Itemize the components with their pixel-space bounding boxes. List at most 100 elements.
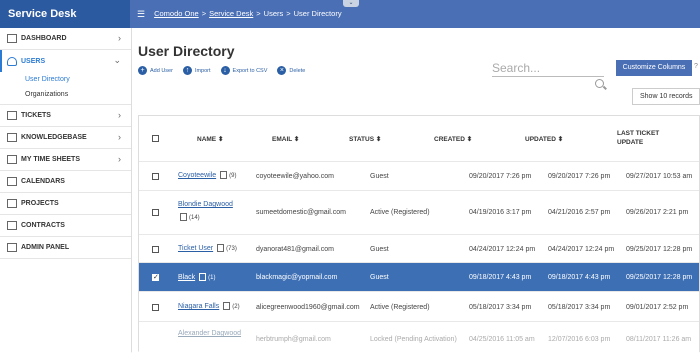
collapse-toggle-icon[interactable]: ⌄ — [343, 0, 359, 7]
sidebar-item-projects[interactable]: PROJECTS — [0, 193, 131, 215]
delete-label: Delete — [289, 67, 306, 74]
download-icon: ↓ — [220, 66, 230, 75]
table-row[interactable]: Coyoteewile (9) coyoteewile@yahoo.com Gue… — [139, 162, 699, 191]
table-row-selected[interactable]: Black (1) blackmagic@yopmail.com Guest 09… — [139, 263, 699, 292]
email-cell: herbtrumph@gmail.com — [256, 336, 331, 343]
column-header-updated[interactable]: UPDATED ⬍ — [525, 135, 563, 143]
delete-button[interactable]: × Delete — [277, 66, 305, 75]
column-header-last-ticket[interactable]: LAST TICKET — [617, 130, 659, 137]
status-cell: Guest — [370, 246, 389, 253]
menu-icon[interactable]: ☰ — [137, 0, 145, 28]
sidebar-subitem-user-directory[interactable]: User Directory — [0, 72, 131, 87]
email-cell: coyoteewile@yahoo.com — [256, 173, 334, 180]
column-header-name[interactable]: NAME ⬍ — [197, 135, 223, 143]
sidebar-item-my-time-sheets[interactable]: MY TIME SHEETS › — [0, 149, 131, 171]
ticket-count: (2) — [232, 303, 240, 310]
breadcrumb-service-desk[interactable]: Service Desk — [209, 0, 253, 28]
status-cell: Active (Registered) — [370, 209, 430, 216]
search-input[interactable]: Search... — [492, 61, 604, 77]
row-checkbox-checked[interactable] — [152, 273, 159, 281]
table-row[interactable]: Blondie Dagwood (14) sumeetdomestic@gmai… — [139, 191, 699, 235]
top-bar: Service Desk ☰ Comodo One > Service Desk… — [0, 0, 700, 28]
sidebar-item-tickets[interactable]: TICKETS › — [0, 105, 131, 127]
document-icon — [217, 244, 225, 252]
last-ticket-cell: 09/25/2017 12:28 pm — [626, 274, 693, 281]
chevron-right-icon: › — [118, 132, 121, 142]
sidebar-item-knowledgebase[interactable]: KNOWLEDGEBASE › — [0, 127, 131, 149]
chevron-down-icon: ⌄ — [113, 55, 121, 65]
sidebar-item-dashboard[interactable]: DASHBOARD › — [0, 28, 131, 50]
user-name-link[interactable]: Niagara Falls — [178, 303, 219, 310]
user-name-cell: Niagara Falls (2) — [178, 302, 240, 310]
sidebar-item-label: PROJECTS — [21, 200, 59, 207]
ticket-count-group: (14) — [176, 213, 200, 221]
export-label: Export to CSV — [232, 67, 268, 74]
search-icon[interactable] — [595, 79, 604, 88]
row-checkbox[interactable] — [152, 304, 159, 311]
user-name-cell: Ticket User (73) — [178, 244, 237, 252]
breadcrumb: ☰ Comodo One > Service Desk > Users > Us… — [137, 0, 342, 28]
status-cell: Active (Registered) — [370, 304, 430, 311]
user-name-link[interactable]: Alexander Dagwood — [178, 330, 241, 337]
breadcrumb-separator: > — [201, 9, 207, 18]
user-name-link[interactable]: Ticket User — [178, 245, 213, 252]
column-header-email[interactable]: EMAIL ⬍ — [272, 135, 299, 143]
breadcrumb-comodo-one[interactable]: Comodo One — [154, 0, 199, 28]
last-ticket-cell: 09/27/2017 10:53 am — [626, 173, 693, 180]
sidebar-item-admin-panel[interactable]: ADMIN PANEL — [0, 237, 131, 259]
user-table: NAME ⬍ EMAIL ⬍ STATUS ⬍ CREATED ⬍ UPDATE… — [138, 115, 700, 361]
toolbar: + Add User ↑ Import ↓ Export to CSV × De… — [138, 66, 305, 75]
table-row[interactable]: Niagara Falls (2) alicegreenwood1960@gmai… — [139, 292, 699, 322]
updated-cell: 04/21/2016 2:57 pm — [548, 209, 611, 216]
help-icon[interactable]: ? — [694, 63, 698, 70]
sidebar-item-contracts[interactable]: CONTRACTS — [0, 215, 131, 237]
user-name-link[interactable]: Coyoteewile — [178, 172, 216, 179]
table-row[interactable]: Ticket User (73) dyanorat481@gmail.com Gu… — [139, 235, 699, 263]
row-checkbox[interactable] — [152, 173, 159, 180]
dashboard-icon — [7, 34, 17, 43]
user-name-link[interactable]: Black — [178, 274, 195, 281]
folder-icon — [7, 199, 17, 208]
row-checkbox[interactable] — [152, 209, 159, 216]
admin-icon — [7, 243, 17, 252]
last-ticket-cell: 09/01/2017 2:52 pm — [626, 304, 689, 311]
document-icon — [223, 302, 231, 310]
cloud-upload-icon: ↑ — [182, 66, 192, 75]
document-icon — [199, 273, 207, 281]
sidebar-item-label: TICKETS — [21, 112, 51, 119]
created-cell: 04/19/2016 3:17 pm — [469, 209, 532, 216]
sidebar-item-label: ADMIN PANEL — [21, 244, 70, 251]
breadcrumb-users: Users — [263, 9, 284, 18]
user-name-cell: Alexander Dagwood — [178, 330, 241, 337]
row-checkbox[interactable] — [152, 246, 159, 253]
import-button[interactable]: ↑ Import — [182, 66, 211, 75]
created-cell: 09/18/2017 4:43 pm — [469, 274, 532, 281]
sidebar-subitem-organizations[interactable]: Organizations — [0, 87, 131, 102]
trash-icon: × — [277, 66, 287, 75]
select-all-checkbox[interactable] — [152, 135, 159, 142]
calendar-icon — [7, 177, 17, 186]
column-header-status[interactable]: STATUS ⬍ — [349, 135, 381, 143]
column-header-created[interactable]: CREATED ⬍ — [434, 135, 472, 143]
status-cell: Guest — [370, 173, 389, 180]
updated-cell: 09/20/2017 7:26 pm — [548, 173, 611, 180]
user-name-cell: Black (1) — [178, 273, 215, 281]
created-cell: 05/18/2017 3:34 pm — [469, 304, 532, 311]
user-name-cell: Coyoteewile (9) — [178, 171, 236, 179]
user-name-cell: Blondie Dagwood — [178, 201, 233, 208]
export-csv-button[interactable]: ↓ Export to CSV — [220, 66, 268, 75]
add-user-button[interactable]: + Add User — [138, 66, 173, 75]
sidebar-item-calendars[interactable]: CALENDARS — [0, 171, 131, 193]
table-header-row: NAME ⬍ EMAIL ⬍ STATUS ⬍ CREATED ⬍ UPDATE… — [139, 116, 699, 162]
column-header-last-ticket-update[interactable]: UPDATE — [617, 139, 643, 146]
email-cell: alicegreenwood1960@gmail.com — [256, 304, 360, 311]
sidebar-item-users[interactable]: USERS ⌄ — [0, 50, 131, 72]
created-cell: 04/24/2017 12:24 pm — [469, 246, 536, 253]
updated-cell: 12/07/2016 6:03 pm — [548, 336, 611, 343]
email-cell: blackmagic@yopmail.com — [256, 274, 338, 281]
users-submenu: User Directory Organizations — [0, 72, 131, 105]
chevron-right-icon: › — [118, 33, 121, 43]
user-name-link[interactable]: Blondie Dagwood — [178, 201, 233, 208]
customize-columns-button[interactable]: Customize Columns — [616, 60, 692, 76]
records-per-page-select[interactable]: Show 10 records — [632, 88, 700, 105]
